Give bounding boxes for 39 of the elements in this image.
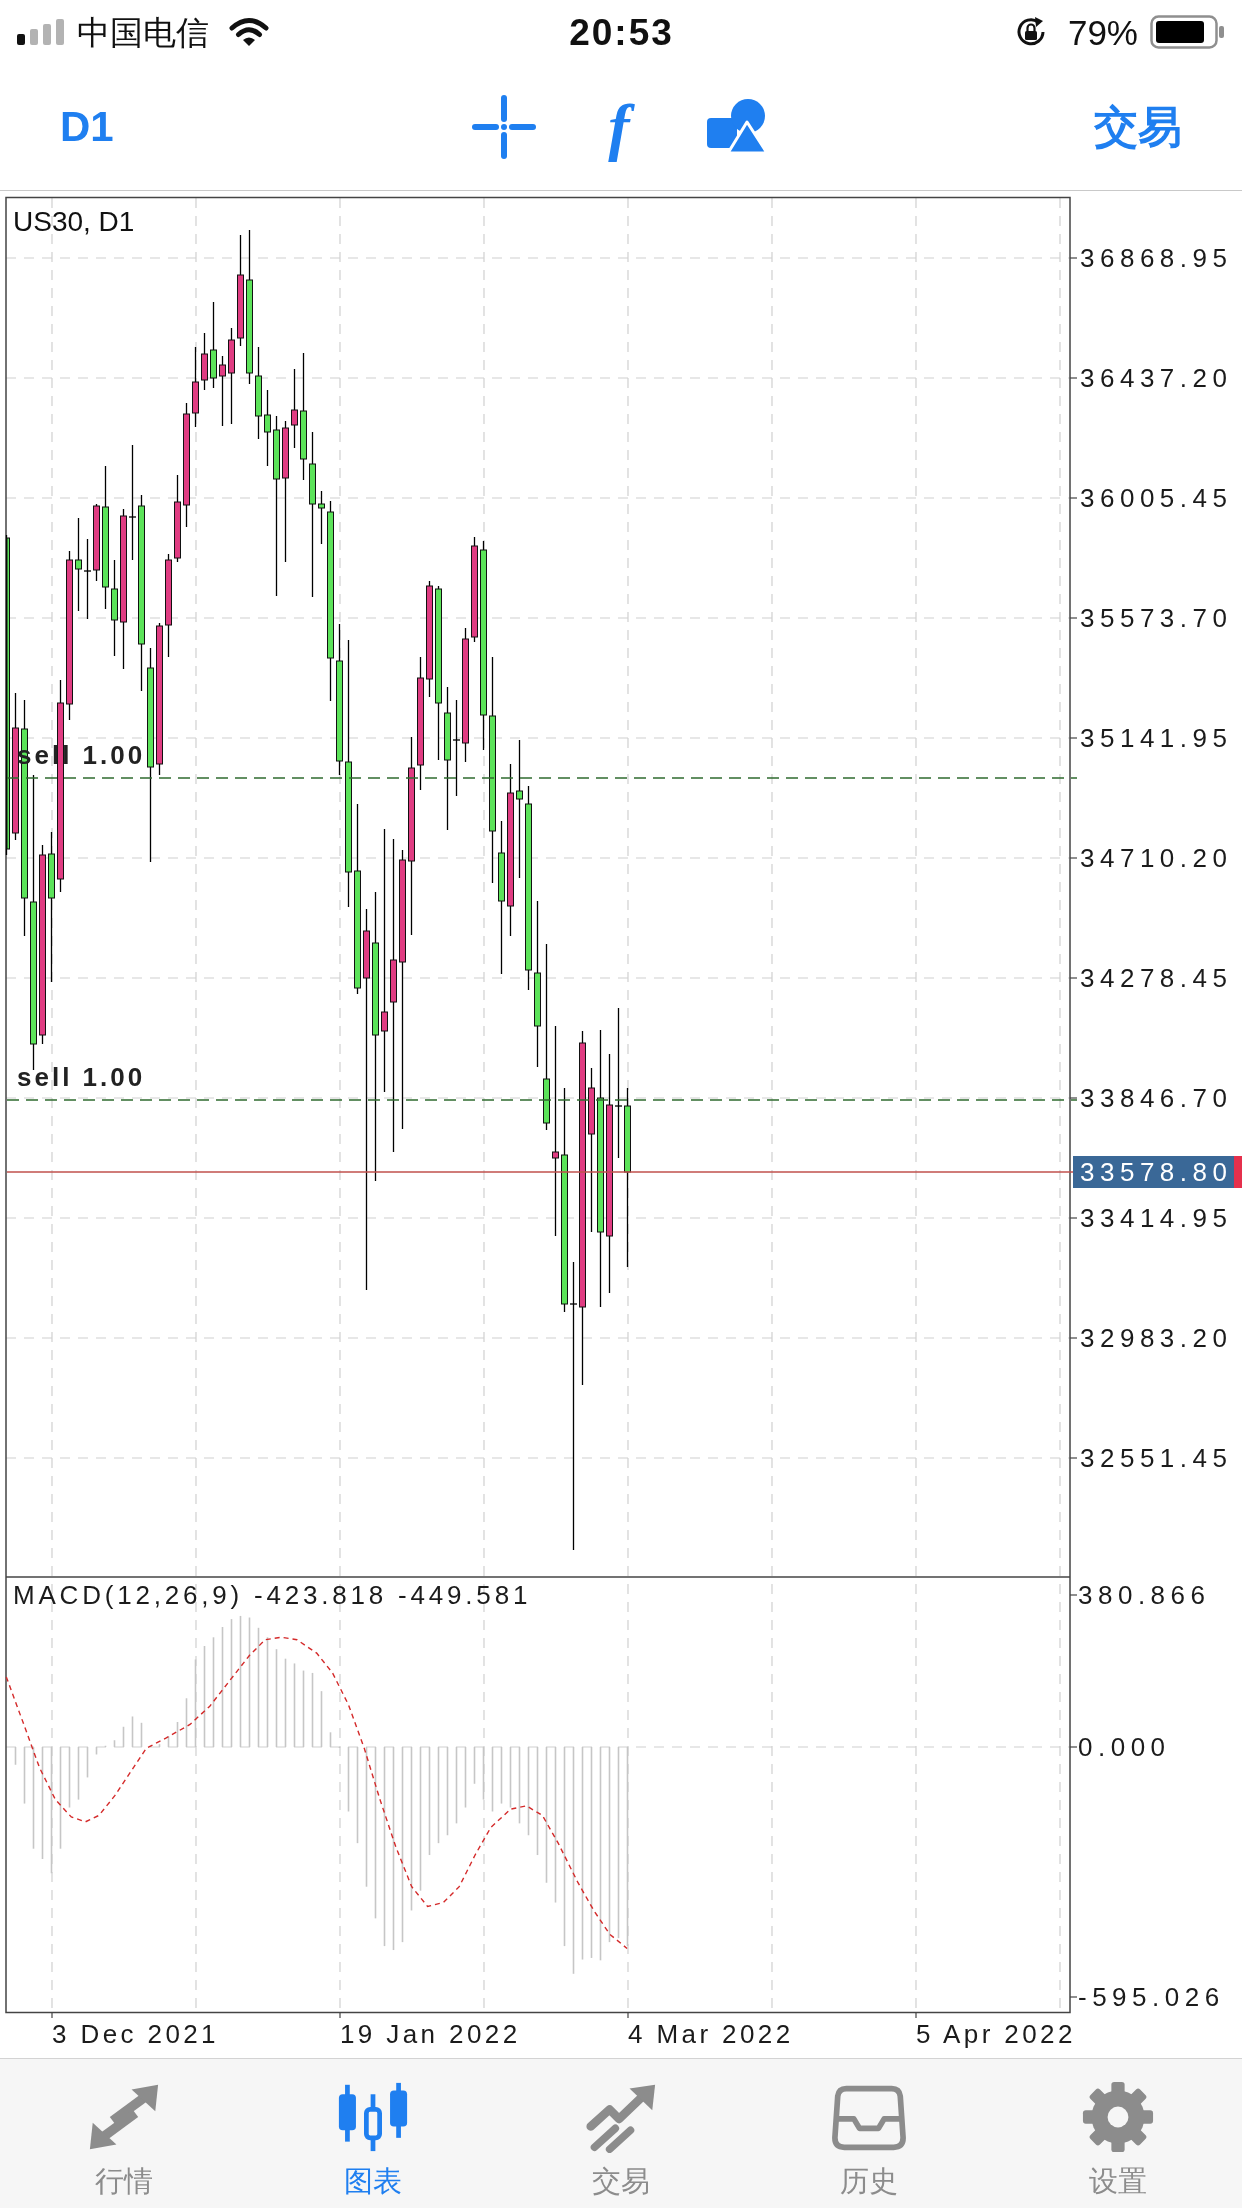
indicator-button[interactable]: f [600,87,642,167]
price-axis-label: 36868.95 [1080,243,1233,273]
timeframe-button[interactable]: D1 [60,106,114,148]
price-axis-label: 34278.45 [1080,963,1233,993]
carrier-label: 中国电信 [77,15,209,49]
date-axis-label: 4 Mar 2022 [628,2019,794,2049]
price-axis-label: 34710.20 [1080,843,1233,873]
tab-button[interactable]: 设置 [993,2059,1242,2208]
crosshair-icon[interactable] [472,95,537,159]
date-axis-label: 5 Apr 2022 [916,2019,1076,2049]
rising-candle [219,355,226,427]
symbol-label: US30, D1 [13,206,135,237]
tab-button[interactable]: 历史 [745,2059,994,2208]
falling-candle [318,490,325,545]
signal-icon [17,19,67,45]
indicator-axis-label: 380.866 [1078,1580,1211,1610]
order-label: sell 1.00 [17,1062,146,1092]
date-axis-label: 3 Dec 2021 [52,2019,219,2049]
trade-button[interactable]: 交易 [1094,105,1182,149]
indicator-axis-label: 0.000 [1078,1732,1171,1762]
price-axis-label: 36437.20 [1080,363,1233,393]
tab-button[interactable]: 交易 [496,2059,746,2208]
wifi-icon [229,17,269,47]
battery-icon [1150,15,1226,49]
price-axis-label: 32983.20 [1080,1323,1233,1353]
price-axis-label: 35573.70 [1080,603,1233,633]
price-axis-label: 33846.70 [1080,1083,1233,1113]
time-label: 20:53 [569,13,674,51]
indicator-axis-label: -595.026 [1078,1982,1225,2012]
tab-button[interactable]: 行情 [0,2059,249,2208]
battery-percent-label: 79% [1067,14,1138,50]
rising-candle [201,332,208,391]
price-axis-label: 33414.95 [1080,1203,1233,1233]
price-axis-label: 35141.95 [1080,723,1233,753]
tab-button[interactable]: 图表 [248,2059,497,2208]
indicator-label: MACD(12,26,9) -423.818 -449.581 [13,1580,532,1610]
price-axis-label: 36005.45 [1080,483,1233,513]
date-axis-label: 19 Jan 2022 [340,2019,521,2049]
price-axis-label: 32551.45 [1080,1443,1233,1473]
